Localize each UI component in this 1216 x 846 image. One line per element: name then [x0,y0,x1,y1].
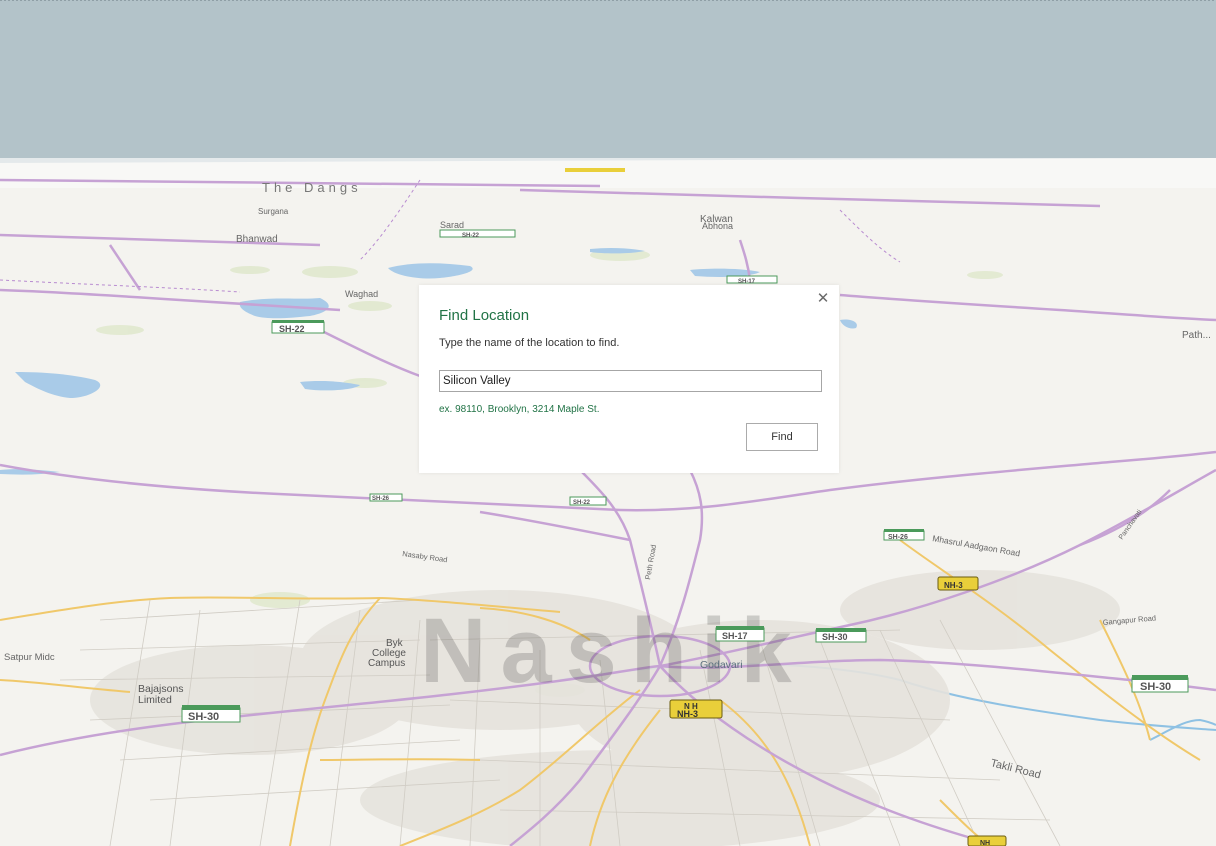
svg-text:NH: NH [980,840,990,846]
location-search-input[interactable] [439,370,822,392]
label-satpur: Satpur Midc [4,652,55,663]
label-godavari: Godavari [700,659,743,671]
svg-text:SH-17: SH-17 [722,631,748,641]
svg-text:NH-3: NH-3 [677,709,698,719]
find-button[interactable]: Find [746,423,818,451]
shield-sh22: SH-22 [271,320,325,334]
label-waghad: Waghad [345,289,378,299]
label-the-dangs: The Dangs [262,180,362,195]
shield-sh26b: SH-26 [883,529,925,541]
find-location-dialog: Find Location ✕ Type the name of the loc… [419,285,839,473]
close-icon[interactable]: ✕ [816,291,830,307]
label-bhanwad: Bhanwad [236,234,278,245]
label-abhona: Abhona [702,221,733,231]
city-label: Nashik [420,600,806,702]
label-sarad: Sarad [440,220,464,230]
shield-sh22-c: SH-22 [569,496,607,506]
shield-top [565,168,625,172]
label-pathan: Path... [1182,330,1211,341]
svg-text:SH-22: SH-22 [462,233,480,239]
svg-text:SH-30: SH-30 [188,711,219,723]
svg-text:SH-26: SH-26 [372,496,390,502]
label-byk-college-3: Campus [368,658,405,669]
svg-text:SH-22: SH-22 [573,500,591,506]
dialog-title: Find Location [439,307,530,324]
label-bajajsons-2: Limited [138,694,172,706]
label-surgana: Surgana [258,207,289,216]
svg-text:SH-30: SH-30 [1140,681,1171,693]
shield-nh: NH [967,835,1007,846]
shield-sh30c: SH-30 [1131,675,1189,693]
svg-text:SH-26: SH-26 [888,534,908,541]
dialog-instruction: Type the name of the location to find. [439,337,620,349]
svg-text:SH-30: SH-30 [822,632,848,642]
example-hint: ex. 98110, Brooklyn, 3214 Maple St. [439,404,600,415]
shield-sh30b: SH-30 [181,705,241,723]
horizon-haze [0,158,1216,188]
shield-sh30: SH-30 [815,628,867,643]
shield-nh3b: NH-3 [937,576,979,591]
sky [0,0,1216,163]
svg-text:NH-3: NH-3 [944,581,963,590]
shield-nh3: N H NH-3 [669,699,723,719]
shield-sh17: SH-17 [715,626,765,642]
shield-sh26: SH-26 [369,493,403,502]
svg-text:SH-22: SH-22 [279,324,305,334]
